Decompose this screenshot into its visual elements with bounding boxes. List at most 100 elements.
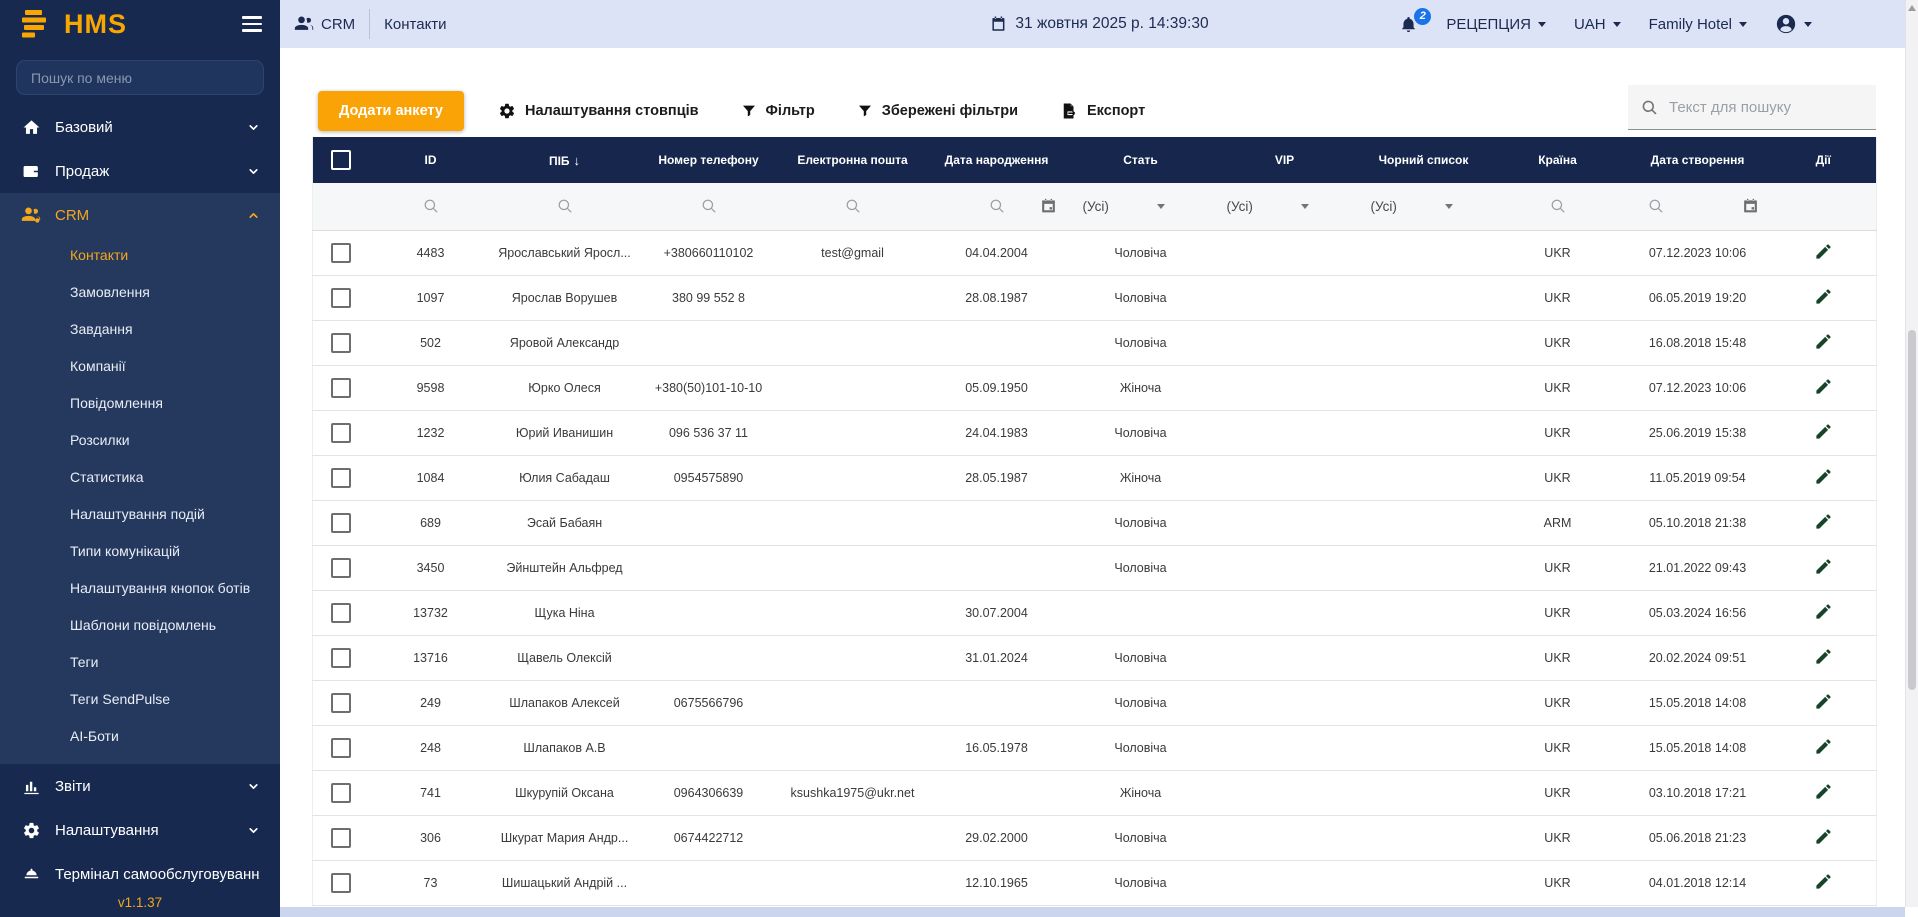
table-search-input[interactable] — [1669, 98, 1864, 116]
row-checkbox[interactable] — [330, 377, 351, 398]
row-checkbox[interactable] — [330, 557, 351, 578]
vertical-scrollbar-thumb[interactable] — [1908, 330, 1916, 690]
column-header-phone[interactable]: Номер телефону — [637, 137, 781, 183]
row-checkbox[interactable] — [330, 467, 351, 488]
sidebar-toggle-icon[interactable] — [242, 16, 262, 32]
column-header-birthdate[interactable]: Дата народження — [925, 137, 1069, 183]
cell-select — [312, 545, 369, 591]
column-header-gender[interactable]: Стать — [1069, 137, 1213, 183]
vertical-scrollbar[interactable] — [1905, 0, 1918, 907]
column-header-email[interactable]: Електронна пошта — [781, 137, 925, 183]
sidebar-item-crm[interactable]: CRM — [0, 193, 280, 237]
add-profile-button[interactable]: Додати анкету — [318, 91, 464, 131]
sidebar-subitem-1[interactable]: Замовлення — [0, 274, 280, 311]
row-checkbox[interactable] — [330, 512, 351, 533]
filter-button[interactable]: Фільтр — [741, 103, 815, 119]
edit-button[interactable] — [1814, 827, 1833, 846]
edit-button[interactable] — [1814, 782, 1833, 801]
column-header-country[interactable]: Країна — [1491, 137, 1625, 183]
row-checkbox[interactable] — [330, 827, 351, 848]
edit-button[interactable] — [1814, 602, 1833, 621]
filter-email[interactable] — [780, 183, 925, 231]
column-header-id[interactable]: ID — [369, 137, 493, 183]
hotel-menu[interactable]: Family Hotel — [1649, 16, 1747, 33]
reception-menu[interactable]: РЕЦЕПЦИЯ — [1446, 16, 1546, 33]
export-button[interactable]: Експорт — [1060, 102, 1145, 120]
edit-button[interactable] — [1814, 467, 1833, 486]
cell-birthdate — [924, 320, 1069, 366]
breadcrumb-root[interactable]: CRM — [321, 16, 355, 33]
row-checkbox[interactable] — [330, 332, 351, 353]
column-header-pib[interactable]: ПІБ ↓ — [493, 137, 637, 183]
saved-filters-button[interactable]: Збережені фільтри — [857, 103, 1018, 119]
sidebar-subitem-3[interactable]: Компанії — [0, 348, 280, 385]
cell-birthdate — [924, 545, 1069, 591]
filter-country[interactable] — [1490, 183, 1625, 231]
filter-gender-select[interactable]: (Усі) — [1068, 183, 1213, 231]
sidebar-subitem-2[interactable]: Завдання — [0, 311, 280, 348]
row-checkbox[interactable] — [330, 287, 351, 308]
row-checkbox[interactable] — [330, 422, 351, 443]
edit-button[interactable] — [1814, 287, 1833, 306]
notifications-button[interactable]: 2 — [1399, 7, 1432, 34]
horizontal-scrollbar[interactable] — [280, 907, 1905, 917]
sidebar-subitem-13[interactable]: AI-Боти — [0, 718, 280, 755]
edit-button[interactable] — [1814, 332, 1833, 351]
edit-button[interactable] — [1814, 647, 1833, 666]
filter-pib[interactable] — [492, 183, 637, 231]
sidebar-subitem-5[interactable]: Розсилки — [0, 422, 280, 459]
sidebar-subitem-8[interactable]: Типи комунікацій — [0, 533, 280, 570]
calendar-picker-icon[interactable] — [1742, 198, 1759, 215]
edit-button[interactable] — [1814, 557, 1833, 576]
user-menu[interactable] — [1775, 13, 1812, 35]
sidebar-subitem-11[interactable]: Теги — [0, 644, 280, 681]
filter-id[interactable] — [368, 183, 493, 231]
row-checkbox[interactable] — [330, 602, 351, 623]
cell-select — [312, 815, 369, 861]
menu-search-input[interactable] — [16, 60, 264, 95]
scroll-up-icon[interactable] — [1908, 5, 1916, 11]
sidebar-subitem-12[interactable]: Теги SendPulse — [0, 681, 280, 718]
edit-button[interactable] — [1814, 872, 1833, 891]
edit-button[interactable] — [1814, 422, 1833, 441]
filter-birthdate[interactable] — [924, 183, 1069, 231]
row-checkbox[interactable] — [330, 737, 351, 758]
edit-button[interactable] — [1814, 242, 1833, 261]
cell-birthdate: 28.08.1987 — [924, 275, 1069, 321]
cell-phone — [636, 320, 781, 366]
sidebar-subitem-6[interactable]: Статистика — [0, 459, 280, 496]
sidebar-subitem-10[interactable]: Шаблони повідомлень — [0, 607, 280, 644]
sidebar-item-bazovyi[interactable]: Базовий — [0, 105, 280, 149]
edit-button[interactable] — [1814, 737, 1833, 756]
sidebar-subitem-4[interactable]: Повідомлення — [0, 385, 280, 422]
edit-button[interactable] — [1814, 377, 1833, 396]
filter-created[interactable] — [1624, 183, 1771, 231]
column-header-blacklist[interactable]: Чорний список — [1357, 137, 1491, 183]
row-checkbox[interactable] — [330, 242, 351, 263]
filter-blacklist-select[interactable]: (Усі) — [1356, 183, 1491, 231]
select-all-checkbox[interactable] — [330, 150, 351, 170]
column-header-vip[interactable]: VIP — [1213, 137, 1357, 183]
row-checkbox[interactable] — [330, 692, 351, 713]
sidebar-item-prodazh[interactable]: Продаж — [0, 149, 280, 193]
row-checkbox[interactable] — [330, 782, 351, 803]
calendar-picker-icon[interactable] — [1040, 198, 1057, 215]
currency-menu[interactable]: UAH — [1574, 16, 1621, 33]
sidebar-subitem-0[interactable]: Контакти — [0, 237, 280, 274]
row-checkbox[interactable] — [330, 872, 351, 893]
cell-country: UKR — [1490, 635, 1625, 681]
filter-vip-select[interactable]: (Усі) — [1212, 183, 1357, 231]
funnel-icon — [857, 103, 873, 119]
edit-button[interactable] — [1814, 512, 1833, 531]
filter-phone[interactable] — [636, 183, 781, 231]
sidebar-subitem-7[interactable]: Налаштування подій — [0, 496, 280, 533]
column-settings-button[interactable]: Налаштування стовпців — [498, 102, 699, 120]
sidebar-item-nalashtuvannya[interactable]: Налаштування — [0, 808, 280, 852]
sidebar-item-terminal[interactable]: Термінал самообслуговування — [0, 852, 280, 896]
cell-vip — [1212, 230, 1357, 276]
edit-button[interactable] — [1814, 692, 1833, 711]
sidebar-item-zvity[interactable]: Звіти — [0, 764, 280, 808]
sidebar-subitem-9[interactable]: Налаштування кнопок ботів — [0, 570, 280, 607]
row-checkbox[interactable] — [330, 647, 351, 668]
column-header-created[interactable]: Дата створення — [1625, 137, 1771, 183]
